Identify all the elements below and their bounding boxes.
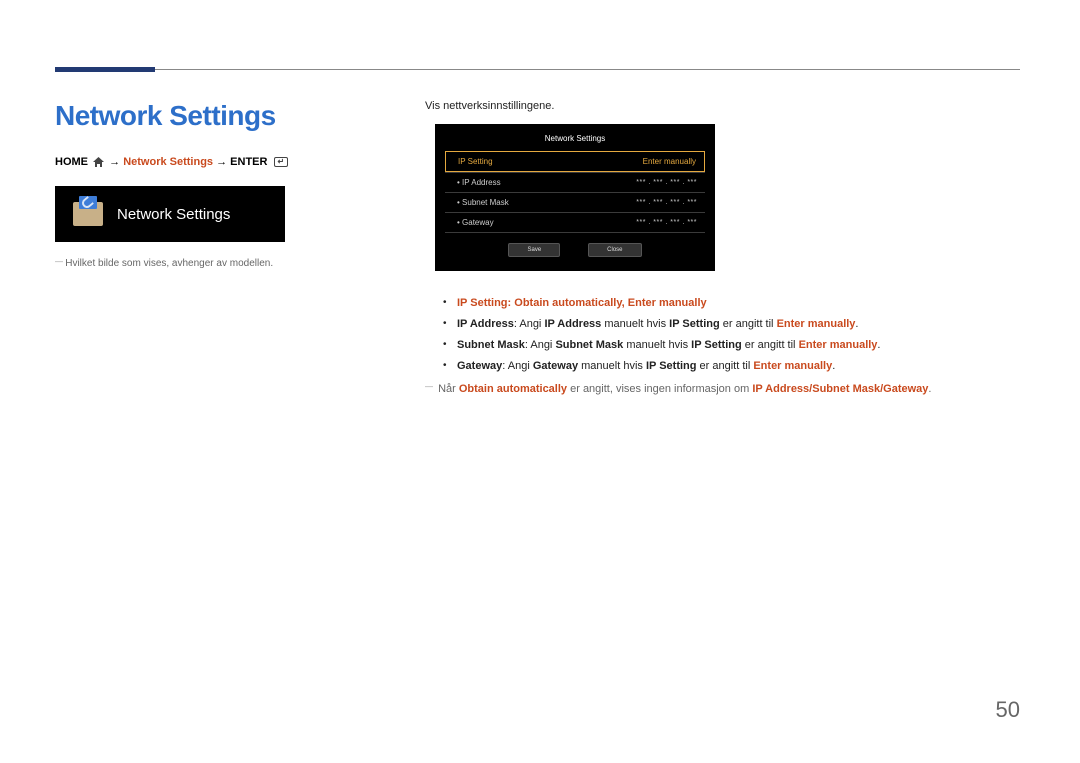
key-label: Gateway	[457, 360, 502, 372]
text: .	[928, 383, 931, 395]
key-label: IP Setting	[646, 360, 697, 372]
key-label: Subnet Mask	[555, 339, 623, 351]
page-number: 50	[996, 697, 1020, 723]
panel-row-label: IP Address	[457, 178, 501, 187]
network-icon	[73, 202, 103, 226]
header-rule	[55, 69, 1020, 70]
text: : Angi	[514, 318, 545, 330]
arrow-icon: →	[216, 156, 230, 168]
home-icon	[93, 157, 104, 167]
list-item: IP Setting: Obtain automatically, Enter …	[443, 293, 1020, 314]
key-label: Subnet Mask	[812, 383, 880, 395]
bullet-list: IP Setting: Obtain automatically, Enter …	[443, 293, 1020, 377]
key-label: Subnet Mask	[457, 339, 525, 351]
panel-row-ip-setting[interactable]: IP Setting Enter manually	[445, 151, 705, 172]
left-column: Network Settings HOME → Network Settings…	[55, 100, 385, 399]
panel-title: Network Settings	[435, 134, 715, 143]
value-label: Enter manually	[628, 297, 707, 309]
panel-row-label: Subnet Mask	[457, 198, 509, 207]
bottom-footnote: ― Når Obtain automatically er angitt, vi…	[425, 379, 1020, 400]
panel-row-value: *** . *** . *** . ***	[636, 179, 697, 186]
panel-row-gateway[interactable]: Gateway *** . *** . *** . ***	[445, 212, 705, 233]
key-label: Gateway	[883, 383, 928, 395]
intro-text: Vis nettverksinnstillingene.	[425, 100, 1020, 112]
text: : Angi	[502, 360, 533, 372]
panel-row-subnet-mask[interactable]: Subnet Mask *** . *** . *** . ***	[445, 192, 705, 212]
text: .	[832, 360, 835, 372]
breadcrumb-enter: ENTER	[230, 156, 267, 168]
panel-row-label: Gateway	[457, 218, 494, 227]
key-label: IP Address	[544, 318, 601, 330]
text: er angitt til	[696, 360, 753, 372]
key-label: IP Setting	[691, 339, 742, 351]
text: manuelt hvis	[623, 339, 691, 351]
settings-panel: Network Settings IP Setting Enter manual…	[435, 124, 715, 271]
text: er angitt, vises ingen informasjon om	[567, 383, 752, 395]
key-label: IP Address	[752, 383, 809, 395]
text: Når	[438, 383, 459, 395]
right-column: Vis nettverksinnstillingene. Network Set…	[425, 100, 1020, 399]
value-label: Enter manually	[799, 339, 878, 351]
text: .	[855, 318, 858, 330]
text: er angitt til	[742, 339, 799, 351]
text: manuelt hvis	[601, 318, 669, 330]
breadcrumb-home: HOME	[55, 156, 88, 168]
key-label: Gateway	[533, 360, 578, 372]
text: manuelt hvis	[578, 360, 646, 372]
breadcrumb: HOME → Network Settings → ENTER	[55, 156, 385, 168]
value-label: Enter manually	[753, 360, 832, 372]
panel-row-ip-address[interactable]: IP Address *** . *** . *** . ***	[445, 172, 705, 192]
key-label: Obtain automatically	[459, 383, 567, 395]
panel-row-value: Enter manually	[643, 157, 696, 166]
value-label: Enter manually	[777, 318, 856, 330]
enter-icon	[274, 157, 288, 167]
list-item: Gateway: Angi Gateway manuelt hvis IP Se…	[443, 356, 1020, 377]
value-label: Obtain automatically	[514, 297, 621, 309]
dash-icon: ―	[425, 382, 433, 391]
text: er angitt til	[720, 318, 777, 330]
list-item: Subnet Mask: Angi Subnet Mask manuelt hv…	[443, 335, 1020, 356]
close-button[interactable]: Close	[588, 243, 641, 257]
header-accent	[55, 67, 155, 72]
key-label: IP Address	[457, 318, 514, 330]
network-settings-tile: Network Settings	[55, 186, 285, 242]
left-footnote: Hvilket bilde som vises, avhenger av mod…	[55, 256, 385, 272]
panel-row-value: *** . *** . *** . ***	[636, 199, 697, 206]
page-title: Network Settings	[55, 100, 385, 132]
text: .	[877, 339, 880, 351]
breadcrumb-path: Network Settings	[123, 156, 213, 168]
tile-label: Network Settings	[117, 206, 230, 223]
list-item: IP Address: Angi IP Address manuelt hvis…	[443, 314, 1020, 335]
panel-row-value: *** . *** . *** . ***	[636, 219, 697, 226]
panel-row-label: IP Setting	[458, 157, 493, 166]
text: : Angi	[525, 339, 556, 351]
key-label: IP Setting	[669, 318, 720, 330]
arrow-icon: →	[109, 156, 123, 168]
key-label: IP Setting	[457, 297, 508, 309]
save-button[interactable]: Save	[508, 243, 560, 257]
